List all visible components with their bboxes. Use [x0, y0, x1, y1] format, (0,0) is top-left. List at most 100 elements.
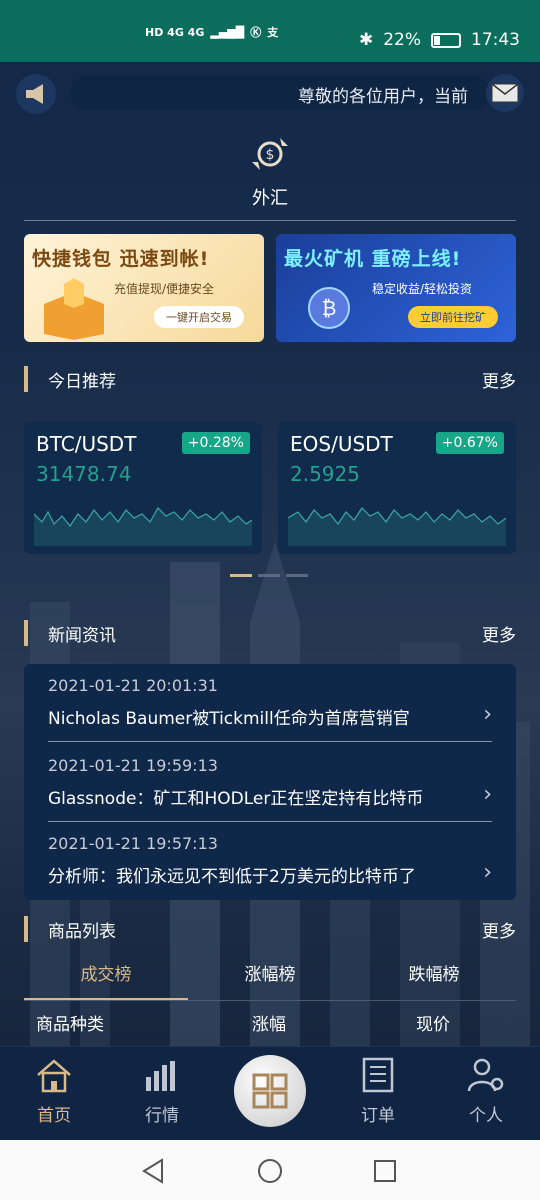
open-trade-button[interactable]: 一键开启交易	[154, 306, 244, 328]
ticker-pair: BTC/USDT	[36, 432, 137, 456]
nav-orders[interactable]: 订单	[338, 1057, 418, 1126]
ticker-card-eos[interactable]: EOS/USDT +0.67% 2.5925	[278, 422, 516, 554]
orders-document-icon	[362, 1057, 394, 1093]
bottom-navigation: 首页 行情 订单 个人	[0, 1046, 540, 1140]
carousel-indicator	[230, 574, 308, 577]
bluetooth-icon: ✱	[358, 30, 374, 50]
alipay-icon: 支	[267, 26, 279, 39]
ticker-change-badge: +0.67%	[435, 432, 504, 454]
products-more-link[interactable]: 更多	[482, 917, 516, 942]
section-accent-bar	[24, 916, 28, 942]
forex-entry[interactable]: $ 外汇	[0, 136, 540, 210]
notice-bar: 尊敬的各位用户，当前	[16, 74, 524, 118]
status-bar: HD 4G 4G ▂▄▆█ Ⓚ 支 ✱ 22% 17:43	[0, 0, 540, 62]
market-chart-icon	[146, 1061, 175, 1091]
news-date: 2021-01-21 19:59:13	[48, 756, 218, 775]
svg-text:₿: ₿	[322, 296, 337, 320]
grid-icon	[252, 1073, 288, 1109]
divider	[24, 1000, 516, 1001]
notice-text: 尊敬的各位用户，当前	[298, 87, 468, 107]
news-item[interactable]: 2021-01-21 20:01:31 Nicholas Baumer被Tick…	[48, 664, 492, 742]
recents-square-icon[interactable]	[373, 1159, 397, 1183]
user-settings-icon	[467, 1058, 504, 1092]
mining-banner[interactable]: 最火矿机 重磅上线! ₿ 稳定收益/轻松投资 立即前往挖矿	[276, 234, 516, 342]
chevron-right-icon: ›	[483, 860, 492, 885]
wallet-banner[interactable]: 快捷钱包 迅速到帐! 充值提现/便捷安全 一键开启交易	[24, 234, 264, 342]
nav-label: 个人	[469, 1106, 503, 1126]
banner-title: 快捷钱包 迅速到帐!	[32, 248, 210, 270]
mining-illustration: ₿	[308, 287, 350, 329]
news-headline: 分析师：我们永远见不到低于2万美元的比特币了	[48, 867, 416, 887]
news-item[interactable]: 2021-01-21 19:59:13 Glassnode：矿工和HODLer正…	[48, 744, 492, 822]
divider	[48, 741, 492, 742]
sparkline-chart	[34, 507, 252, 546]
nav-label: 订单	[361, 1106, 395, 1126]
center-menu-button[interactable]	[234, 1055, 306, 1127]
banner-title: 最火矿机 重磅上线!	[284, 248, 462, 270]
system-navigation-bar	[0, 1140, 540, 1200]
k-icon: Ⓚ	[250, 26, 262, 39]
column-header-price: 现价	[416, 1015, 450, 1035]
nav-label: 行情	[145, 1106, 179, 1126]
news-section-header: 新闻资讯 更多	[24, 618, 516, 648]
carousel-dot-active	[230, 574, 252, 577]
forex-label: 外汇	[252, 188, 288, 209]
battery-icon	[431, 32, 461, 48]
ticker-pair: EOS/USDT	[290, 432, 393, 456]
carousel-dot	[258, 574, 280, 577]
signal-text: HD 4G 4G	[145, 25, 205, 39]
section-accent-bar	[24, 366, 28, 392]
section-accent-bar	[24, 620, 28, 646]
svg-text:$: $	[266, 147, 275, 163]
news-more-link[interactable]: 更多	[482, 621, 516, 646]
column-header-change: 涨幅	[252, 1015, 286, 1035]
nav-profile[interactable]: 个人	[446, 1057, 526, 1126]
news-list: 2021-01-21 20:01:31 Nicholas Baumer被Tick…	[24, 664, 516, 900]
signal-bars-icon: ▂▄▆█	[210, 25, 245, 39]
app-screen: 尊敬的各位用户，当前 $ 外汇 快捷钱包 迅速到帐! 充值提现/便捷安全 一键开…	[0, 62, 540, 1140]
news-item[interactable]: 2021-01-21 19:57:13 分析师：我们永远见不到低于2万美元的比特…	[48, 822, 492, 900]
today-section-header: 今日推荐 更多	[24, 364, 516, 394]
column-header-type: 商品种类	[36, 1015, 104, 1035]
status-right: ✱ 22% 17:43	[359, 30, 520, 50]
ticker-change-badge: +0.28%	[181, 432, 250, 454]
tab-losers[interactable]: 跌幅榜	[352, 960, 516, 985]
news-headline: Nicholas Baumer被Tickmill任命为首席营销官	[48, 709, 410, 729]
tab-gainers[interactable]: 涨幅榜	[188, 960, 352, 985]
nav-market[interactable]: 行情	[122, 1057, 202, 1126]
back-icon[interactable]	[142, 1158, 166, 1184]
carousel-dot	[286, 574, 308, 577]
chevron-right-icon: ›	[483, 782, 492, 807]
nav-label: 首页	[37, 1106, 71, 1126]
section-title: 今日推荐	[48, 372, 116, 392]
home-circle-icon[interactable]	[257, 1158, 283, 1184]
clock: 17:43	[471, 30, 520, 50]
chevron-right-icon: ›	[483, 702, 492, 727]
section-title: 商品列表	[48, 922, 116, 942]
megaphone-icon[interactable]	[16, 74, 56, 114]
tab-volume[interactable]: 成交榜	[24, 960, 188, 985]
news-headline: Glassnode：矿工和HODLer正在坚定持有比特币	[48, 789, 424, 809]
ticker-price: 2.5925	[290, 462, 360, 486]
battery-percent: 22%	[383, 30, 421, 50]
news-date: 2021-01-21 19:57:13	[48, 834, 218, 853]
products-tabs: 成交榜 涨幅榜 跌幅榜	[24, 952, 516, 1002]
signal-indicators: HD 4G 4G ▂▄▆█ Ⓚ 支	[145, 24, 278, 40]
mail-icon[interactable]	[486, 74, 524, 112]
notice-marquee[interactable]: 尊敬的各位用户，当前	[70, 76, 490, 110]
products-column-headers: 商品种类 涨幅 现价	[0, 1008, 540, 1042]
banner-subtitle: 充值提现/便捷安全	[114, 282, 215, 296]
sparkline-chart	[288, 507, 506, 546]
divider	[24, 220, 516, 221]
go-mining-button[interactable]: 立即前往挖矿	[408, 306, 498, 328]
ticker-card-btc[interactable]: BTC/USDT +0.28% 31478.74	[24, 422, 262, 554]
news-date: 2021-01-21 20:01:31	[48, 676, 218, 695]
section-title: 新闻资讯	[48, 626, 116, 646]
today-more-link[interactable]: 更多	[482, 367, 516, 392]
forex-exchange-icon: $	[252, 138, 288, 170]
products-section-header: 商品列表 更多	[24, 914, 516, 944]
wallet-illustration	[44, 278, 104, 340]
nav-home[interactable]: 首页	[14, 1057, 94, 1126]
banner-subtitle: 稳定收益/轻松投资	[372, 282, 473, 296]
ticker-price: 31478.74	[36, 462, 132, 486]
